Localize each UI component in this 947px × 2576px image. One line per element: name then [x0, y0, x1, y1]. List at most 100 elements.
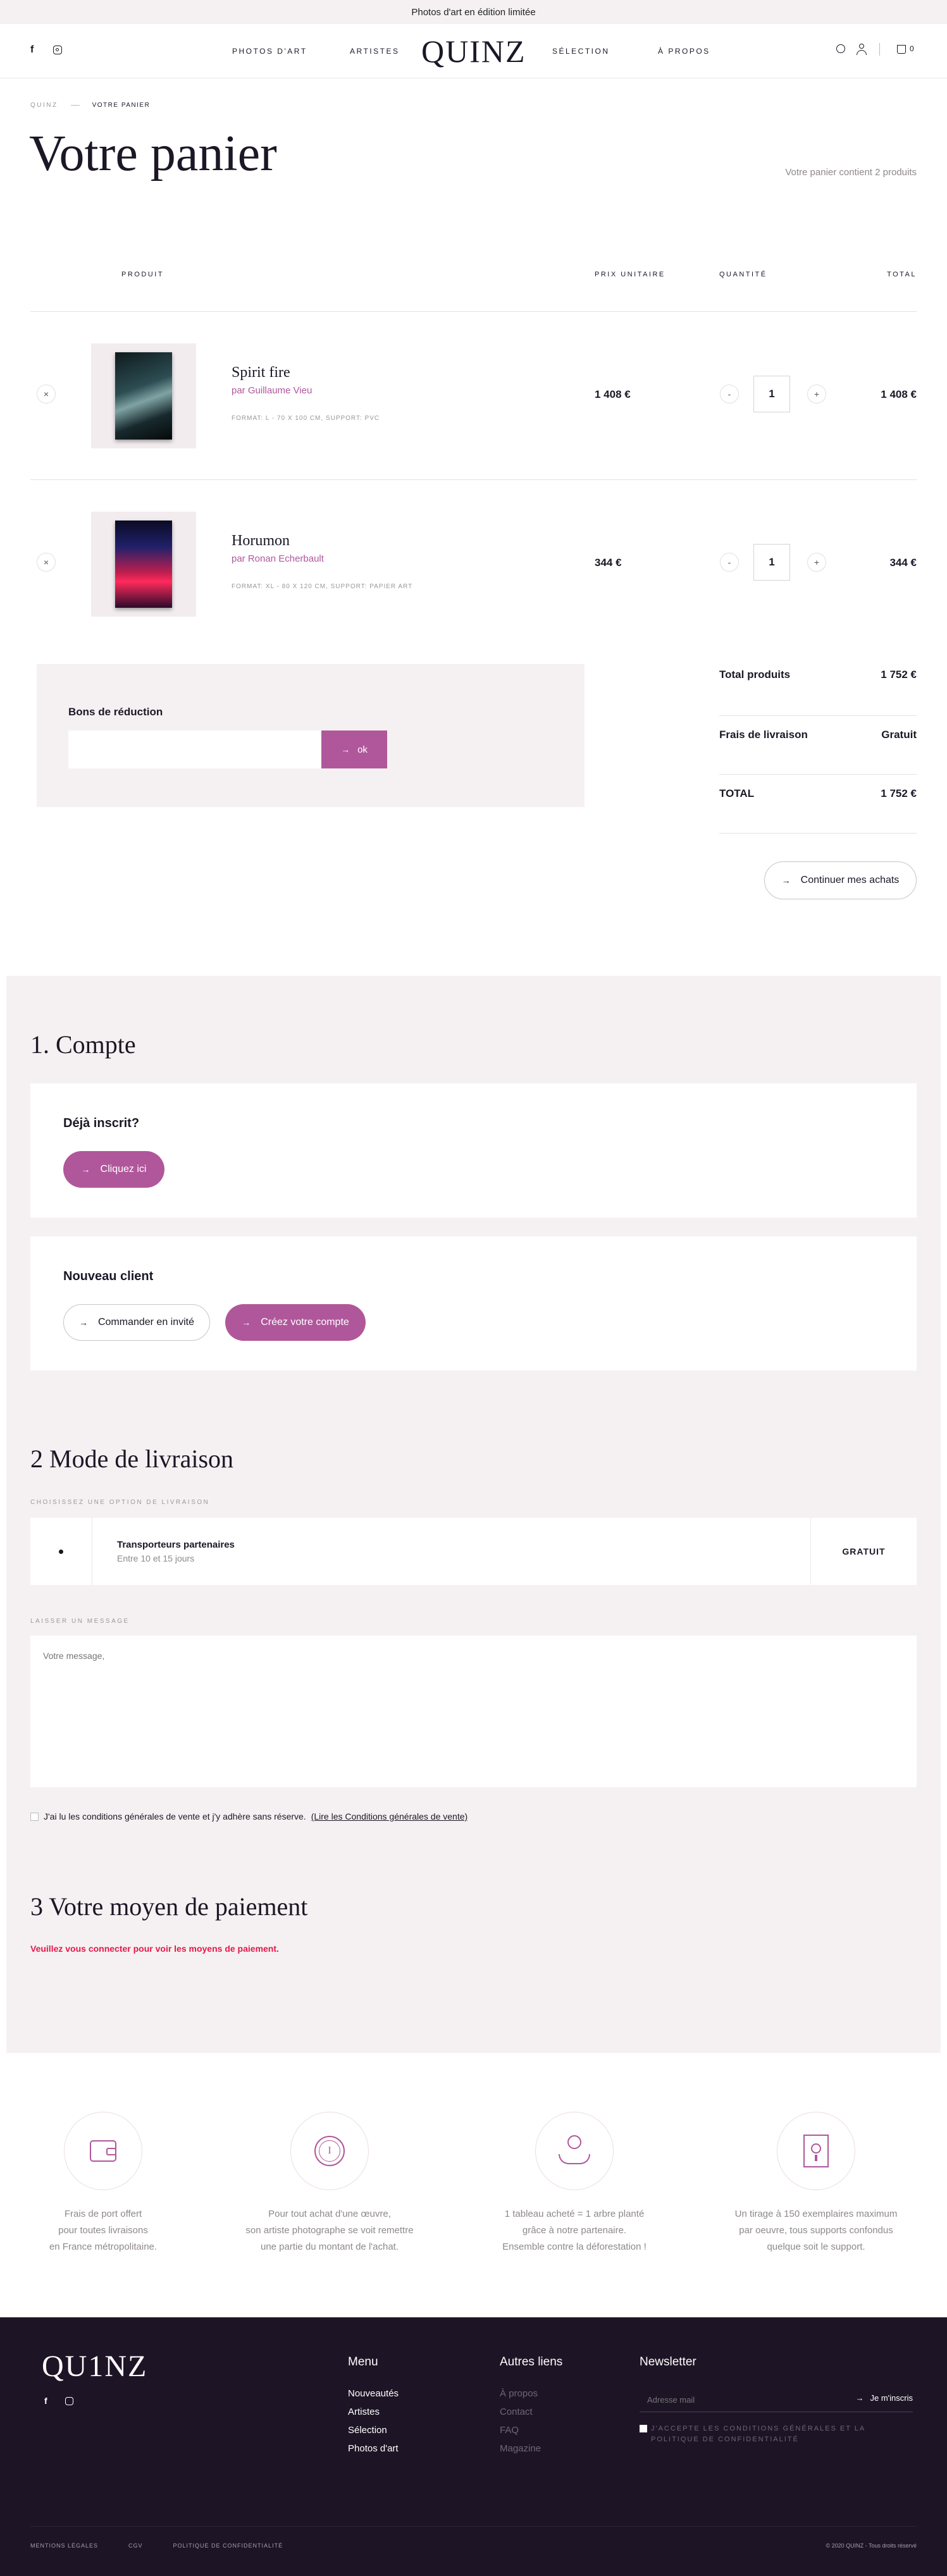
coin-icon: I: [314, 2136, 345, 2166]
feature-circle: I: [290, 2112, 369, 2190]
increase-qty-button[interactable]: +: [807, 385, 826, 404]
quantity-field[interactable]: 1: [753, 376, 790, 412]
new-client-card: Nouveau client → Commander en invité → C…: [30, 1236, 917, 1371]
guest-checkout-label: Commander en invité: [97, 1317, 195, 1328]
increase-qty-button[interactable]: +: [807, 553, 826, 572]
breadcrumb-home[interactable]: QUINZ: [30, 102, 58, 109]
remove-item-button[interactable]: ×: [37, 553, 56, 572]
header-divider: [879, 43, 880, 56]
line-total: 1 408 €: [881, 388, 917, 400]
breadcrumb-current: VOTRE PANIER: [92, 102, 151, 109]
header-logo[interactable]: QUINZ: [421, 33, 526, 70]
footer-other-title: Autres liens: [500, 2355, 563, 2369]
delivery-radio[interactable]: [30, 1518, 92, 1585]
unit-price: 344 €: [595, 557, 622, 569]
legal-privacy-link[interactable]: POLITIQUE DE CONFIDENTIALITÉ: [173, 2542, 283, 2549]
arrow-right-icon: →: [855, 2393, 864, 2403]
coupon-title: Bons de réduction: [68, 706, 163, 718]
terms-link[interactable]: (Lire les Conditions générales de vente): [311, 1811, 467, 1821]
footer-link-magazine[interactable]: Magazine: [500, 2439, 541, 2458]
breadcrumb-separator: [70, 105, 80, 106]
col-total: TOTAL: [887, 271, 917, 278]
product-artist[interactable]: par Ronan Echerbault: [232, 553, 324, 564]
create-account-button[interactable]: → Créez votre compte: [225, 1304, 366, 1341]
breadcrumb: QUINZ VOTRE PANIER: [30, 102, 150, 109]
grand-total-label: TOTAL: [719, 787, 755, 799]
arrow-right-icon: →: [81, 1164, 90, 1174]
unit-price: 1 408 €: [595, 388, 631, 400]
login-button-label: Cliquez ici: [100, 1164, 147, 1174]
coupon-button-label: ok: [357, 744, 368, 755]
page-title: Votre panier: [29, 126, 277, 182]
product-thumbnail[interactable]: [91, 343, 196, 448]
site-footer: QU1NZ f Menu Nouveautés Artistes Sélecti…: [0, 2317, 947, 2576]
cart-icon[interactable]: [897, 45, 906, 54]
delivery-hint: CHOISISSEZ UNE OPTION DE LIVRAISON: [30, 1499, 210, 1506]
carrier-delay: Entre 10 et 15 jours: [117, 1553, 195, 1563]
footer-link-nouveautes[interactable]: Nouveautés: [348, 2384, 399, 2403]
user-icon[interactable]: [857, 44, 867, 55]
remove-item-button[interactable]: ×: [37, 385, 56, 404]
announcement-text: Photos d'art en édition limitée: [411, 6, 536, 18]
radio-selected-dot: [59, 1549, 63, 1554]
newsletter-submit-button[interactable]: → Je m'inscris: [856, 2393, 913, 2403]
newsletter-title: Newsletter: [640, 2355, 696, 2369]
decrease-qty-button[interactable]: -: [720, 385, 739, 404]
decrease-qty-button[interactable]: -: [720, 553, 739, 572]
product-title[interactable]: Horumon: [232, 533, 290, 550]
delivery-option[interactable]: Transporteurs partenaires Entre 10 et 15…: [30, 1518, 917, 1585]
newsletter-email-input[interactable]: [647, 2392, 824, 2407]
site-header: f PHOTOS D'ART ARTISTES QUINZ SÉLECTION …: [0, 24, 947, 78]
col-product: PRODUIT: [121, 271, 164, 278]
nav-photos-art[interactable]: PHOTOS D'ART: [232, 47, 307, 56]
legal-mentions-link[interactable]: MENTIONS LÉGALES: [30, 2542, 98, 2549]
shipping-label: Frais de livraison: [719, 729, 808, 741]
footer-other-links: À propos Contact FAQ Magazine: [500, 2384, 541, 2458]
nav-artistes[interactable]: ARTISTES: [350, 47, 399, 56]
legal-cgv-link[interactable]: CGV: [128, 2542, 143, 2549]
feature-text: 1 tableau acheté = 1 arbre planté grâce …: [502, 2209, 647, 2252]
coupon-submit-button[interactable]: → ok: [321, 730, 387, 768]
instagram-icon[interactable]: [65, 2397, 73, 2405]
product-thumbnail[interactable]: [91, 512, 196, 617]
message-textarea[interactable]: [30, 1636, 917, 1787]
nav-selection[interactable]: SÉLECTION: [552, 47, 610, 56]
total-products-value: 1 752 €: [881, 669, 917, 681]
product-artist[interactable]: par Guillaume Vieu: [232, 385, 312, 396]
facebook-icon[interactable]: f: [30, 44, 34, 56]
footer-logo[interactable]: QU1NZ: [42, 2349, 147, 2384]
consent-text: J'ACCEPTE LES CONDITIONS GÉNÉRALES ET LA…: [651, 2425, 865, 2443]
consent-checkbox[interactable]: [640, 2425, 647, 2432]
footer-link-artistes[interactable]: Artistes: [348, 2403, 399, 2421]
quantity-field[interactable]: 1: [753, 544, 790, 581]
login-button[interactable]: → Cliquez ici: [63, 1151, 164, 1188]
account-heading: 1. Compte: [30, 1030, 136, 1059]
search-icon[interactable]: [836, 44, 845, 53]
feature-circle: [64, 2112, 142, 2190]
product-title[interactable]: Spirit fire: [232, 364, 290, 381]
nav-a-propos[interactable]: À PROPOS: [658, 47, 710, 56]
footer-link-photos-art[interactable]: Photos d'art: [348, 2439, 399, 2458]
create-account-label: Créez votre compte: [261, 1317, 349, 1328]
instagram-icon[interactable]: [53, 46, 62, 54]
terms-text: J'ai lu les conditions générales de vent…: [44, 1811, 306, 1821]
footer-link-a-propos[interactable]: À propos: [500, 2384, 541, 2403]
grand-total-value: 1 752 €: [881, 787, 917, 799]
registered-title: Déjà inscrit?: [63, 1116, 140, 1130]
terms-checkbox[interactable]: [30, 1812, 39, 1821]
totals-block: Total produits 1 752 € Frais de livraiso…: [719, 658, 917, 834]
total-products-label: Total produits: [719, 669, 791, 681]
footer-link-contact[interactable]: Contact: [500, 2403, 541, 2421]
continue-shopping-button[interactable]: → Continuer mes achats: [764, 861, 917, 899]
footer-link-faq[interactable]: FAQ: [500, 2421, 541, 2439]
facebook-icon[interactable]: f: [44, 2396, 47, 2406]
newsletter-form: → Je m'inscris: [640, 2387, 913, 2412]
feature-text: Frais de port offert pour toutes livrais…: [49, 2209, 158, 2252]
footer-menu-title: Menu: [348, 2355, 378, 2369]
new-client-title: Nouveau client: [63, 1269, 154, 1283]
footer-link-selection[interactable]: Sélection: [348, 2421, 399, 2439]
shipping-value: Gratuit: [881, 729, 917, 741]
arrow-right-icon: →: [78, 1317, 88, 1328]
guest-checkout-button[interactable]: → Commander en invité: [63, 1304, 210, 1341]
coupon-input[interactable]: [68, 730, 321, 768]
